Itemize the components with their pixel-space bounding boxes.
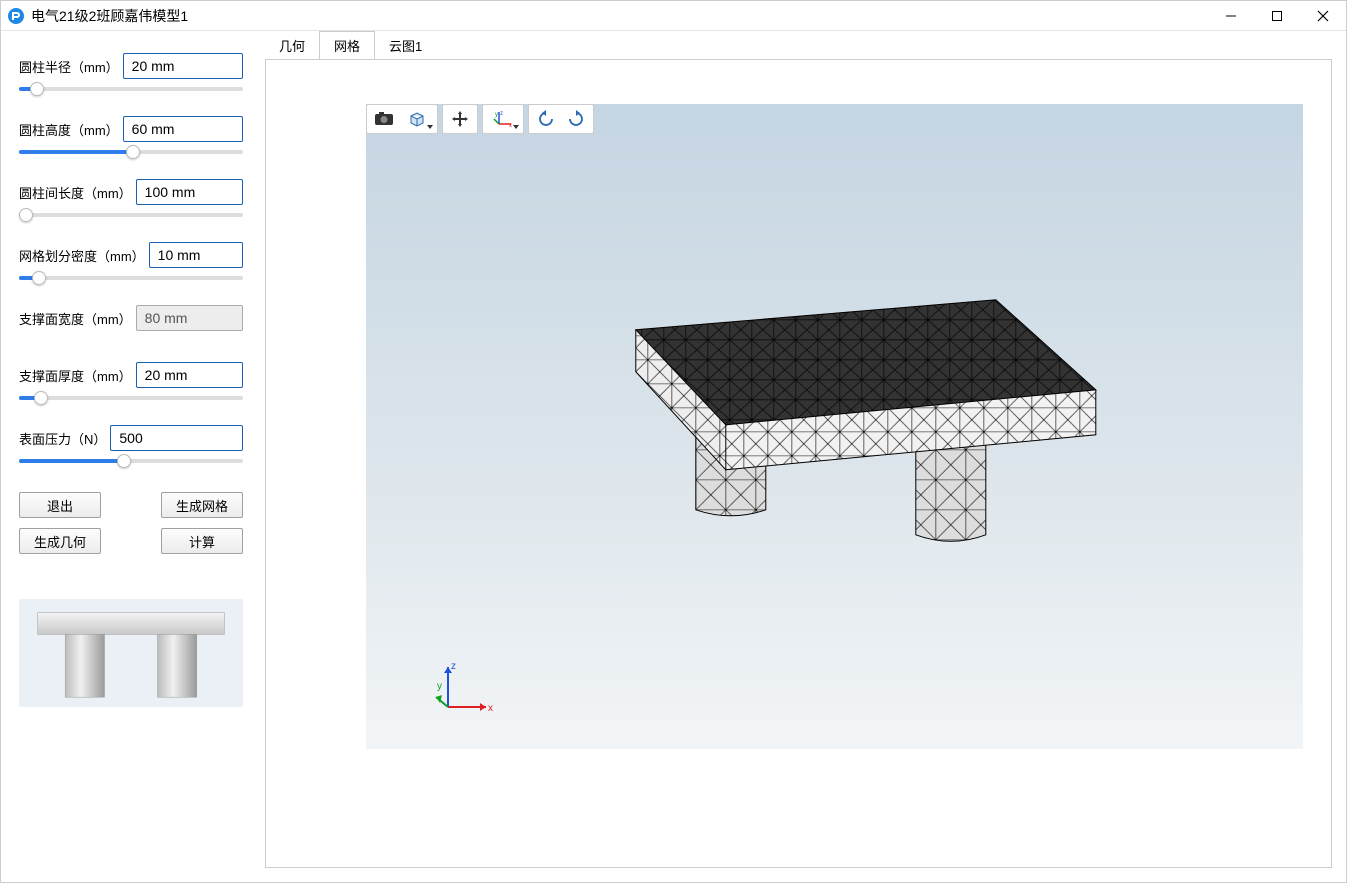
rotate-ccw-icon[interactable]	[531, 107, 561, 131]
pan-icon[interactable]	[445, 107, 475, 131]
minimize-button[interactable]	[1208, 1, 1254, 31]
cylinder-height-slider[interactable]	[19, 150, 243, 154]
svg-text:z: z	[451, 661, 456, 672]
cylinder-radius-slider[interactable]	[19, 87, 243, 91]
cylinder-height-label: 圆柱高度（mm）	[19, 120, 119, 139]
svg-text:x: x	[509, 123, 512, 128]
parameter-sidebar: 圆柱半径（mm） 圆柱高度（mm） 圆柱间长度（mm）	[1, 31, 261, 882]
svg-text:y: y	[437, 681, 442, 692]
cylinder-spacing-slider[interactable]	[19, 213, 243, 217]
exit-button[interactable]: 退出	[19, 492, 101, 518]
svg-text:z: z	[500, 111, 503, 117]
tab-mesh[interactable]: 网格	[319, 31, 375, 59]
close-button[interactable]	[1300, 1, 1346, 31]
view-tabs: 几何 网格 云图1	[265, 31, 1346, 59]
support-width-label: 支撑面宽度（mm）	[19, 309, 132, 328]
camera-icon[interactable]	[369, 107, 399, 131]
cylinder-height-input[interactable]	[123, 116, 243, 142]
mesh-model	[575, 239, 1115, 599]
window-title: 电气21级2班顾嘉伟模型1	[31, 6, 1208, 26]
support-thickness-label: 支撑面厚度（mm）	[19, 366, 132, 385]
svg-text:x: x	[488, 703, 493, 714]
viewport-canvas[interactable]: x y z	[366, 104, 1303, 749]
svg-text:y: y	[495, 112, 498, 118]
mesh-density-label: 网格划分密度（mm）	[19, 246, 145, 265]
mesh-density-slider[interactable]	[19, 276, 243, 280]
title-bar: 电气21级2班顾嘉伟模型1	[1, 1, 1346, 31]
axis-xyz-icon[interactable]: x yz	[485, 107, 521, 131]
geometry-preview	[19, 599, 243, 707]
generate-mesh-button[interactable]: 生成网格	[161, 492, 243, 518]
cylinder-spacing-label: 圆柱间长度（mm）	[19, 183, 132, 202]
viewport-toolbar: x yz	[366, 104, 594, 134]
rotate-cw-icon[interactable]	[561, 107, 591, 131]
support-width-input	[136, 305, 243, 331]
app-icon	[7, 7, 25, 25]
axis-indicator: x y z	[430, 659, 490, 719]
surface-pressure-label: 表面压力（N）	[19, 429, 106, 448]
support-thickness-input[interactable]	[136, 362, 243, 388]
cylinder-radius-input[interactable]	[123, 53, 243, 79]
viewport[interactable]: x y z	[265, 59, 1332, 868]
cylinder-spacing-input[interactable]	[136, 179, 243, 205]
surface-pressure-input[interactable]	[110, 425, 243, 451]
surface-pressure-slider[interactable]	[19, 459, 243, 463]
compute-button[interactable]: 计算	[161, 528, 243, 554]
support-thickness-slider[interactable]	[19, 396, 243, 400]
mesh-density-input[interactable]	[149, 242, 243, 268]
tab-geometry[interactable]: 几何	[265, 31, 319, 59]
cube-view-icon[interactable]	[399, 107, 435, 131]
generate-geometry-button[interactable]: 生成几何	[19, 528, 101, 554]
maximize-button[interactable]	[1254, 1, 1300, 31]
cylinder-radius-label: 圆柱半径（mm）	[19, 57, 119, 76]
tab-cloud[interactable]: 云图1	[375, 31, 436, 59]
